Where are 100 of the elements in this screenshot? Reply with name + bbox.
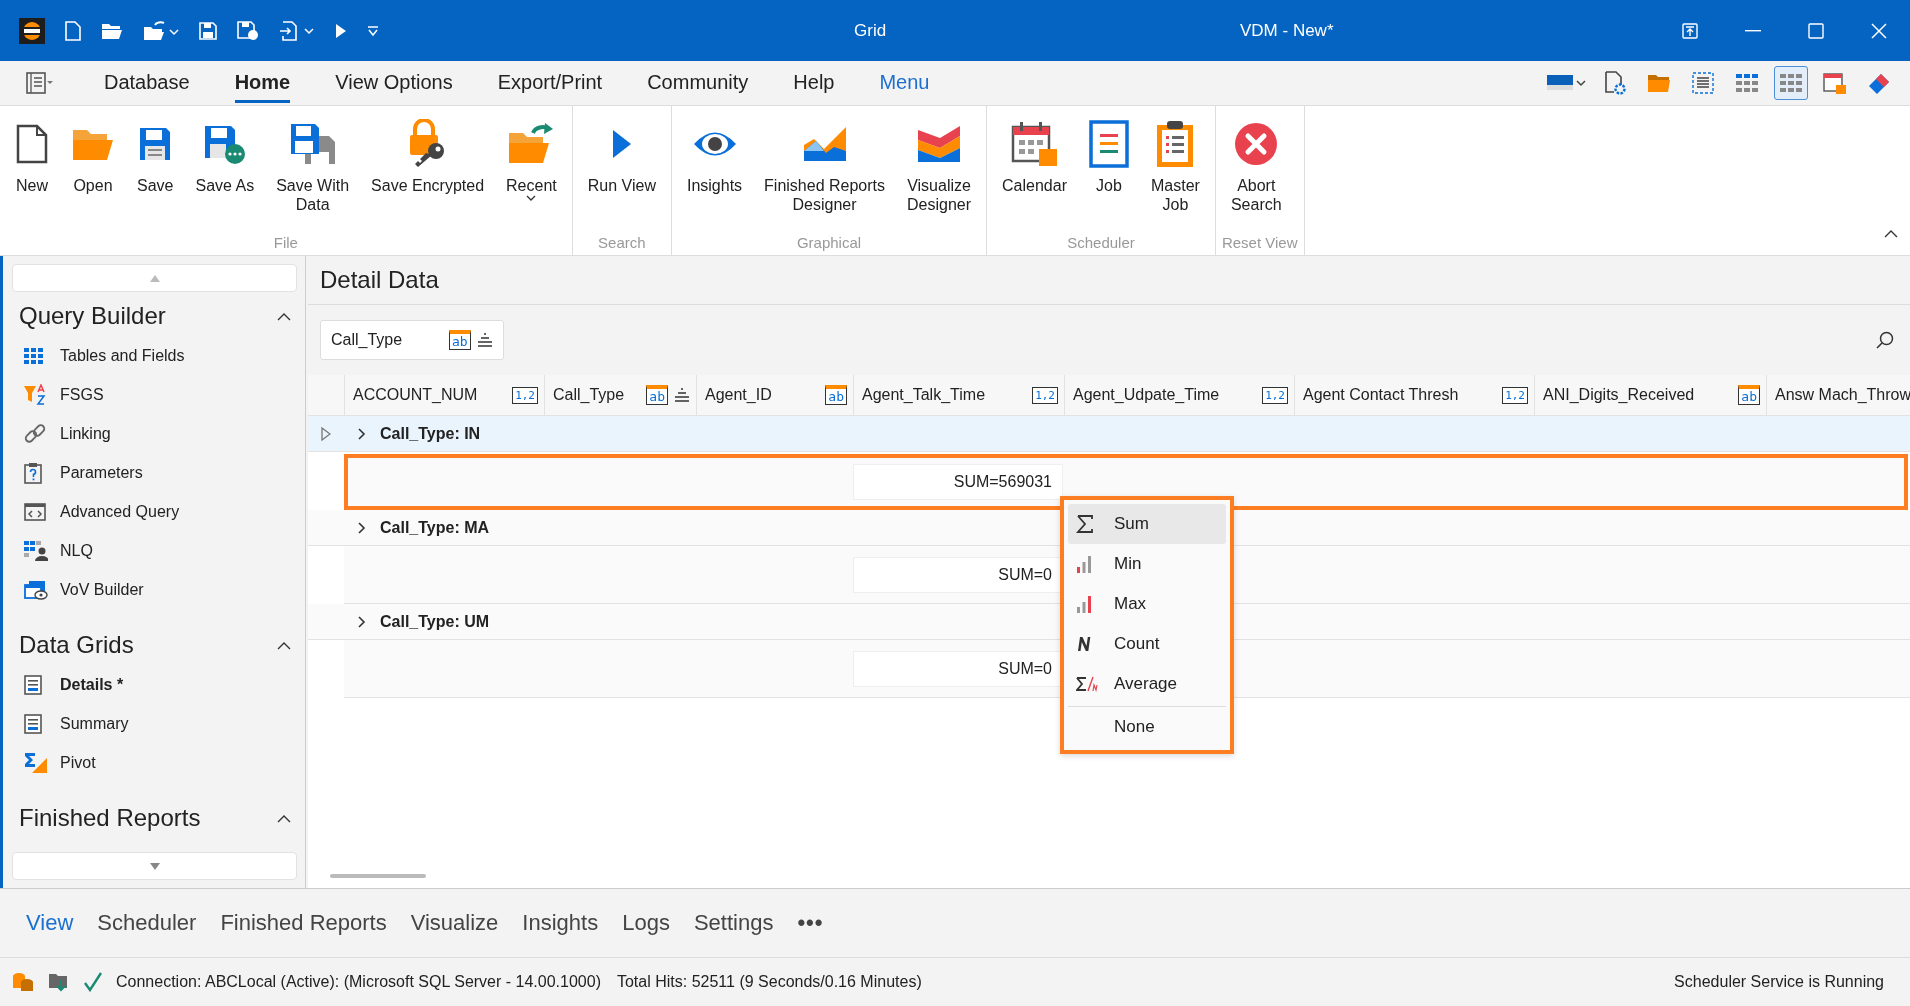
menu-tab[interactable]: Help xyxy=(793,63,835,103)
menu-tab[interactable]: Export/Print xyxy=(497,63,603,103)
menu-item[interactable]: Sum xyxy=(1068,504,1226,544)
group-row-label: Call_Type: UM xyxy=(380,612,490,631)
sidebar-item[interactable]: Pivot xyxy=(12,743,96,782)
menu-tab[interactable]: View Options xyxy=(335,63,453,103)
color-swatch-icon xyxy=(1547,73,1587,93)
bottom-tab[interactable]: Visualize xyxy=(410,910,499,936)
ribbon-button[interactable]: Finished Reports Designer xyxy=(755,116,895,234)
bottom-tab[interactable]: Scheduler xyxy=(97,910,197,936)
menu-item[interactable]: Count xyxy=(1068,624,1226,664)
run-button[interactable] xyxy=(335,22,347,39)
sigma-icon xyxy=(1076,515,1094,533)
clipboard-icon xyxy=(1155,119,1196,169)
ribbon-button[interactable]: Save With Data xyxy=(267,116,359,234)
ribbon-button[interactable]: Visualize Designer xyxy=(898,116,981,234)
ribbon-button[interactable]: New xyxy=(6,116,58,234)
ribbon-button[interactable]: Run View xyxy=(578,116,665,234)
floppy-disk-icon xyxy=(202,124,247,164)
sidebar-item[interactable]: VoV Builder xyxy=(12,570,144,609)
group-label: File xyxy=(272,234,299,253)
bottom-tab[interactable]: Insights xyxy=(522,910,599,936)
menu-item[interactable]: None xyxy=(1068,706,1226,746)
export-button[interactable] xyxy=(279,20,315,41)
database-icon xyxy=(12,972,34,992)
ribbon-button[interactable]: Save Encrypted xyxy=(362,116,494,234)
chevron-up-icon xyxy=(1884,230,1898,238)
sidebar-item[interactable]: Parameters xyxy=(12,453,143,492)
ribbon-button[interactable]: Abort Search xyxy=(1221,116,1291,234)
play-icon xyxy=(610,128,633,160)
save-button[interactable] xyxy=(199,21,217,40)
folder-icon xyxy=(101,21,123,40)
number-type-icon: 1,2 xyxy=(1502,386,1528,404)
column-header[interactable]: Agent_Udpate_Time 1,2 xyxy=(1064,375,1294,415)
bottom-tab[interactable]: Finished Reports xyxy=(220,910,387,936)
ribbon-button[interactable]: Calendar xyxy=(993,116,1076,234)
text-type-icon: ab xyxy=(646,385,668,405)
horizontal-scrollbar[interactable] xyxy=(330,874,426,878)
sidebar-item[interactable]: Linking xyxy=(12,414,111,453)
ribbon-button[interactable]: Recent xyxy=(497,116,566,234)
layout-toggle[interactable] xyxy=(1774,66,1808,100)
chevron-up-icon xyxy=(277,312,291,321)
app-menu-button[interactable] xyxy=(26,72,54,94)
folder-icon xyxy=(1647,73,1671,93)
group-label: Scheduler xyxy=(1066,234,1136,253)
chevron-right-icon xyxy=(358,427,366,440)
filter-sort-icon xyxy=(24,383,46,406)
column-header[interactable]: Agent_ID ab xyxy=(696,375,853,415)
menu-link[interactable]: Menu xyxy=(879,63,930,103)
row-indicator-icon xyxy=(321,426,331,441)
menu-item[interactable]: Average xyxy=(1068,664,1226,704)
summary-cell[interactable]: SUM=0 xyxy=(853,556,1063,593)
group-by-chip[interactable]: Call_Type ab xyxy=(320,320,504,360)
ribbon-button[interactable]: Save xyxy=(128,116,183,234)
column-header[interactable]: ANI_Digits_Received ab xyxy=(1534,375,1766,415)
menu-item[interactable]: Min xyxy=(1068,544,1226,584)
document-icon xyxy=(15,124,49,164)
sidebar-item[interactable]: Tables and Fields xyxy=(12,336,185,375)
menu-item[interactable]: Max xyxy=(1068,584,1226,624)
column-header[interactable]: Agent Contact Thresh 1,2 xyxy=(1294,375,1534,415)
sidebar-item[interactable]: NLQ xyxy=(12,531,93,570)
average-icon xyxy=(1076,676,1100,692)
bottom-tab[interactable]: Logs xyxy=(622,910,670,936)
open-recent-button[interactable] xyxy=(143,20,179,41)
number-type-icon: 1,2 xyxy=(512,386,538,404)
column-header[interactable]: ACCOUNT_NUM 1,2 xyxy=(344,375,544,415)
calendar-icon xyxy=(1823,71,1847,95)
save-as-button[interactable] xyxy=(237,20,259,41)
more-tabs-button[interactable]: ••• xyxy=(797,910,824,936)
section-title: Finished Reports xyxy=(19,804,201,832)
link-icon xyxy=(24,422,46,445)
total-hits: Total Hits: 52511 (9 Seconds/0.16 Minutes) xyxy=(616,973,922,991)
sidebar-item[interactable]: Advanced Query xyxy=(12,492,180,531)
column-header[interactable]: Agent_Talk_Time 1,2 xyxy=(853,375,1064,415)
ribbon-button[interactable]: Save As xyxy=(186,116,264,234)
window-title: VDM - New* xyxy=(1240,20,1334,41)
ribbon-button[interactable]: Job xyxy=(1080,116,1138,234)
area-chart-icon xyxy=(801,125,848,163)
new-file-button[interactable] xyxy=(65,20,81,41)
sidebar-item[interactable]: Details * xyxy=(12,665,124,704)
search-button[interactable] xyxy=(1876,331,1894,349)
window-arrow-icon xyxy=(1681,22,1698,39)
sidebar-item[interactable]: FSGS xyxy=(12,375,104,414)
bottom-tab[interactable]: View xyxy=(26,910,74,936)
column-header[interactable]: Call_Type ab xyxy=(544,375,696,415)
ribbon-button[interactable]: Insights xyxy=(677,116,752,234)
chevron-up-icon xyxy=(277,814,291,823)
ribbon-button[interactable]: Master Job xyxy=(1142,116,1209,234)
menu-tab[interactable]: Home xyxy=(234,63,291,103)
customize-toolbar-button[interactable] xyxy=(367,24,379,37)
ribbon-button[interactable]: Open xyxy=(62,116,124,234)
sidebar-item[interactable]: Summary xyxy=(12,704,129,743)
document-icon xyxy=(24,674,42,695)
summary-cell[interactable]: SUM=0 xyxy=(853,650,1063,687)
menu-tab[interactable]: Community xyxy=(647,63,749,103)
summary-cell[interactable]: SUM=569031 xyxy=(853,463,1063,500)
open-folder-button[interactable] xyxy=(101,21,123,40)
menu-tab[interactable]: Database xyxy=(104,63,190,103)
floppy-disk-icon xyxy=(237,20,259,41)
bottom-tab[interactable]: Settings xyxy=(693,910,774,936)
